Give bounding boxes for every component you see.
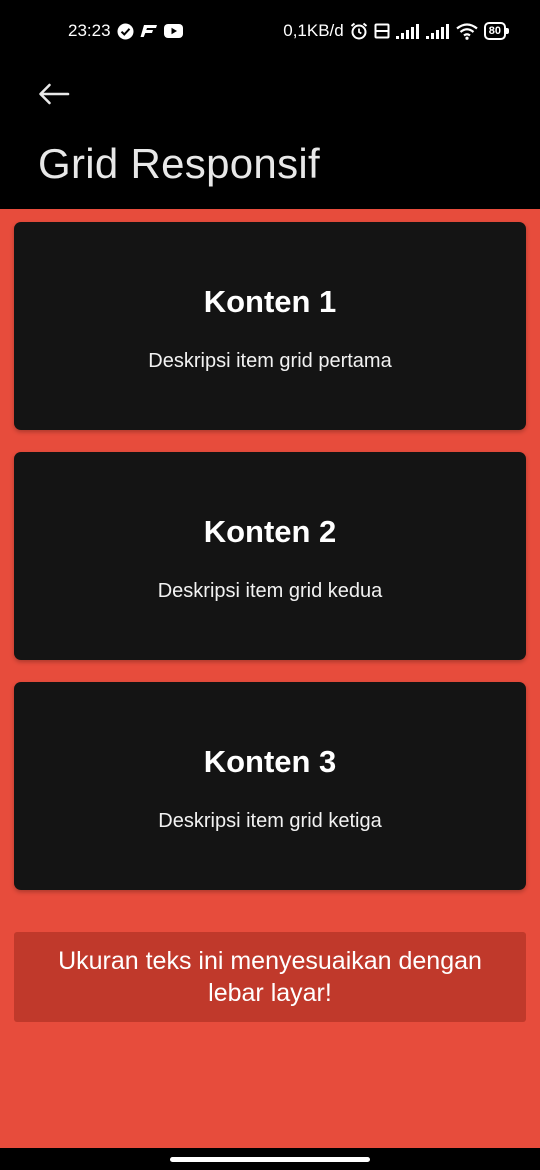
home-indicator[interactable] <box>170 1157 370 1162</box>
card-description: Deskripsi item grid pertama <box>148 350 392 372</box>
wifi-icon <box>456 22 478 40</box>
battery-icon: 80 <box>483 22 510 40</box>
grid-card-2[interactable]: Konten 2 Deskripsi item grid kedua <box>14 452 526 660</box>
network-speed: 0,1KB/d <box>283 21 344 40</box>
content-area: Konten 1 Deskripsi item grid pertama Kon… <box>0 209 540 1148</box>
signal-icon <box>395 23 420 39</box>
grid-card-3[interactable]: Konten 3 Deskripsi item grid ketiga <box>14 682 526 890</box>
system-nav-bar <box>0 1148 540 1170</box>
card-description: Deskripsi item grid kedua <box>157 580 383 602</box>
responsive-text-banner: Ukuran teks ini menyesuaikan dengan leba… <box>14 932 526 1022</box>
arrow-left-icon <box>38 83 70 110</box>
status-time: 23:23 <box>68 21 111 40</box>
page-title: Grid Responsif <box>38 140 320 187</box>
f-app-icon <box>140 24 158 38</box>
card-title: Konten 1 <box>203 284 337 319</box>
status-bar: 23:23 0,1KB/d 80 <box>0 0 540 64</box>
status-bar-right: 0,1KB/d 80 <box>283 21 510 41</box>
battery-level: 80 <box>488 25 501 37</box>
signal-icon <box>425 23 450 39</box>
grid-card-1[interactable]: Konten 1 Deskripsi item grid pertama <box>14 222 526 430</box>
status-bar-left: 23:23 <box>68 21 183 41</box>
youtube-icon <box>163 24 183 38</box>
card-title: Konten 3 <box>203 744 337 779</box>
card-description: Deskripsi item grid ketiga <box>158 810 382 832</box>
alarm-icon <box>350 22 368 40</box>
app-bar: Grid Responsif <box>0 64 540 209</box>
banner-text: Ukuran teks ini menyesuaikan dengan leba… <box>58 947 482 1007</box>
volte-icon <box>374 23 390 39</box>
card-title: Konten 2 <box>203 514 337 549</box>
back-button[interactable] <box>30 72 78 120</box>
check-circle-icon <box>117 23 134 40</box>
